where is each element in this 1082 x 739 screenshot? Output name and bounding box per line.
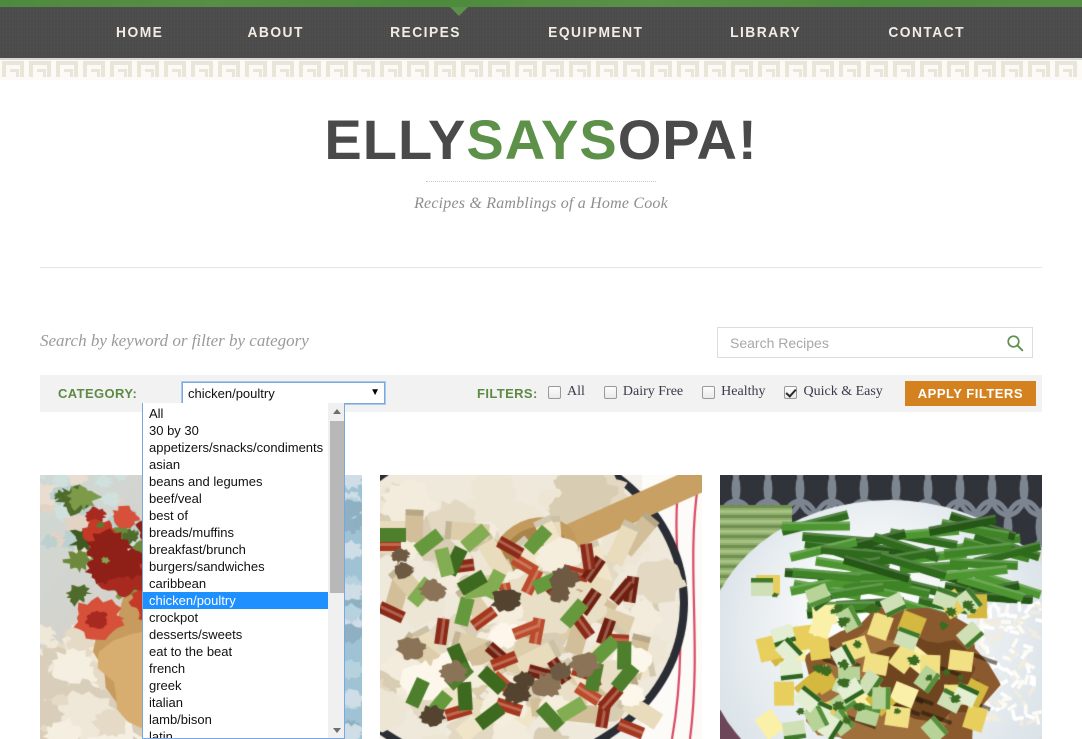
filter-checkbox-quick-easy[interactable]: Quick & Easy	[784, 384, 883, 400]
filter-label-all: All	[567, 384, 585, 399]
checkbox-icon-dairy-free[interactable]	[603, 385, 617, 399]
dropdown-option[interactable]: caribbean	[143, 575, 328, 592]
site-logo[interactable]: ELLYSAYSOPA! Recipes & Ramblings of a Ho…	[0, 112, 1082, 213]
filter-label-healthy: Healthy	[721, 384, 766, 399]
section-divider	[40, 267, 1042, 268]
search-hint-text: Search by keyword or filter by category	[40, 331, 309, 350]
filter-checkbox-all[interactable]: All	[548, 384, 585, 400]
dropdown-option[interactable]: lamb/bison	[143, 711, 328, 728]
dropdown-option[interactable]: greek	[143, 677, 328, 694]
search-input[interactable]	[728, 333, 1006, 352]
search-box[interactable]	[717, 327, 1033, 358]
category-select-value: chicken/poultry	[188, 385, 275, 401]
dropdown-option[interactable]: chicken/poultry	[143, 592, 328, 609]
logo-part-elly: ELLY	[324, 108, 467, 171]
logo-divider	[426, 181, 656, 182]
chevron-down-icon: ▼	[370, 386, 380, 398]
dropdown-option[interactable]: burgers/sandwiches	[143, 558, 328, 575]
apply-filters-button[interactable]: APPLY FILTERS	[904, 381, 1036, 406]
scrollbar-thumb[interactable]	[330, 421, 344, 593]
logo-text: ELLYSAYSOPA!	[0, 112, 1082, 168]
logo-part-opa: OPA!	[617, 108, 758, 171]
dropdown-option[interactable]: italian	[143, 694, 328, 711]
greek-key-border-pattern	[0, 58, 1082, 80]
category-select[interactable]: chicken/poultry ▼	[181, 381, 386, 405]
dropdown-option[interactable]: appetizers/snacks/condiments	[143, 439, 328, 456]
logo-part-says: SAYS	[466, 108, 618, 171]
nav-item-library[interactable]: LIBRARY	[730, 18, 801, 47]
dropdown-option[interactable]: breakfast/brunch	[143, 541, 328, 558]
nav-item-about[interactable]: ABOUT	[248, 18, 304, 47]
filter-label-quick-easy: Quick & Easy	[803, 384, 883, 399]
recipe-card-2[interactable]	[380, 475, 702, 739]
dropdown-option[interactable]: latin	[143, 728, 328, 738]
dropdown-option[interactable]: All	[143, 405, 328, 422]
checkbox-icon-all[interactable]	[548, 385, 561, 399]
filters-label: FILTERS:	[477, 386, 538, 401]
dropdown-option[interactable]: 30 by 30	[143, 422, 328, 439]
dropdown-option[interactable]: beans and legumes	[143, 473, 328, 490]
dropdown-option[interactable]: best of	[143, 507, 328, 524]
scroll-down-arrow-icon[interactable]	[329, 722, 344, 738]
category-dropdown-list[interactable]: All 30 by 30 appetizers/snacks/condiments a…	[142, 403, 345, 739]
dropdown-option[interactable]: desserts/sweets	[143, 626, 328, 643]
nav-item-contact[interactable]: CONTACT	[888, 18, 965, 47]
recipe-image-creamy-penne	[380, 475, 702, 739]
recipe-image-grilled-chicken-salsa	[720, 475, 1042, 739]
main-navigation: HOME ABOUT RECIPES EQUIPMENT LIBRARY CON…	[0, 7, 1082, 58]
checkbox-icon-quick-easy[interactable]	[784, 385, 798, 399]
search-icon[interactable]	[1006, 334, 1024, 352]
search-row: Search by keyword or filter by category	[40, 327, 1042, 360]
filter-label-dairy-free: Dairy Free	[622, 384, 684, 399]
dropdown-option[interactable]: beef/veal	[143, 490, 328, 507]
dropdown-option[interactable]: breads/muffins	[143, 524, 328, 541]
filter-checkbox-healthy[interactable]: Healthy	[702, 384, 765, 400]
dropdown-option[interactable]: crockpot	[143, 609, 328, 626]
dropdown-scrollbar[interactable]	[328, 403, 344, 738]
dropdown-option[interactable]: eat to the beat	[143, 643, 328, 660]
nav-item-recipes[interactable]: RECIPES	[390, 18, 461, 47]
category-label: CATEGORY:	[58, 386, 138, 401]
dropdown-option[interactable]: french	[143, 660, 328, 677]
site-tagline: Recipes & Ramblings of a Home Cook	[414, 195, 668, 212]
dropdown-option[interactable]: asian	[143, 456, 328, 473]
recipe-card-3[interactable]	[720, 475, 1042, 739]
scroll-up-arrow-icon[interactable]	[329, 403, 344, 419]
nav-item-equipment[interactable]: EQUIPMENT	[548, 18, 643, 47]
nav-item-home[interactable]: HOME	[116, 18, 163, 47]
filter-checkbox-dairy-free[interactable]: Dairy Free	[603, 384, 684, 400]
nav-list: HOME ABOUT RECIPES EQUIPMENT LIBRARY CON…	[114, 18, 968, 47]
filters-checkbox-group: All Dairy Free Healthy Quick & Easy	[548, 384, 902, 400]
checkbox-icon-healthy[interactable]	[702, 385, 716, 399]
active-nav-notch-icon	[450, 7, 468, 16]
category-dropdown-options: All 30 by 30 appetizers/snacks/condiments a…	[143, 403, 328, 738]
top-accent-strip	[0, 0, 1082, 7]
